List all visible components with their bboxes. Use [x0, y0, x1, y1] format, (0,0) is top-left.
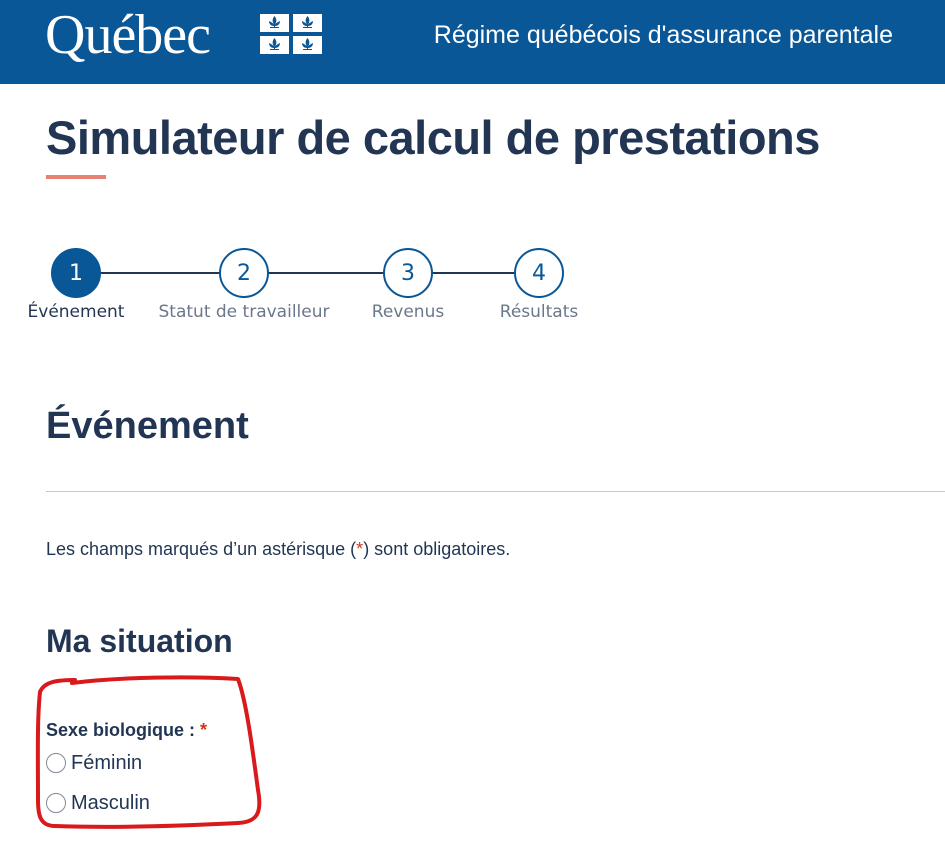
progress-stepper: 1 2 3 4 Événement Statut de travailleur … [0, 248, 945, 338]
step-4-label: Résultats [499, 302, 579, 322]
step-2-label: Statut de travailleur [158, 302, 330, 322]
step-3-label: Revenus [371, 302, 445, 322]
radio-option-masculin[interactable]: Masculin [46, 791, 150, 815]
required-asterisk: * [200, 720, 208, 740]
sex-field-label: Sexe biologique : * [46, 718, 207, 742]
sex-label-text: Sexe biologique : [46, 720, 201, 740]
program-title: Régime québécois d'assurance parentale [433, 21, 893, 49]
masculin-label: Masculin [71, 792, 150, 814]
step-connector [100, 272, 222, 274]
step-connector [432, 272, 516, 274]
required-note-text-end: ) sont obligatoires. [363, 539, 511, 559]
required-fields-note: Les champs marqués d’un astérisque (*) s… [46, 537, 510, 561]
page-title: Simulateur de calcul de prestations [46, 111, 820, 164]
required-note-text: Les champs marqués d’un astérisque ( [46, 539, 357, 559]
site-header: Québec Régime québécois d'assurance pare… [0, 0, 945, 84]
section-heading: Événement [46, 405, 249, 447]
radio-option-feminin[interactable]: Féminin [46, 751, 142, 775]
feminin-label: Féminin [71, 752, 143, 774]
step-2-circle[interactable]: 2 [219, 248, 269, 298]
feminin-radio[interactable] [46, 753, 66, 773]
step-1-circle[interactable]: 1 [51, 248, 101, 298]
masculin-radio[interactable] [46, 793, 66, 813]
subsection-heading: Ma situation [46, 623, 233, 659]
fleurdelise-flag-icon [258, 12, 324, 56]
step-connector [268, 272, 386, 274]
quebec-logo[interactable]: Québec [45, 0, 211, 70]
step-3-circle[interactable]: 3 [383, 248, 433, 298]
logo-wordmark: Québec [45, 4, 211, 66]
section-divider [46, 491, 945, 492]
step-1-label: Événement [27, 302, 125, 322]
title-accent-bar [46, 175, 106, 179]
step-4-circle[interactable]: 4 [514, 248, 564, 298]
